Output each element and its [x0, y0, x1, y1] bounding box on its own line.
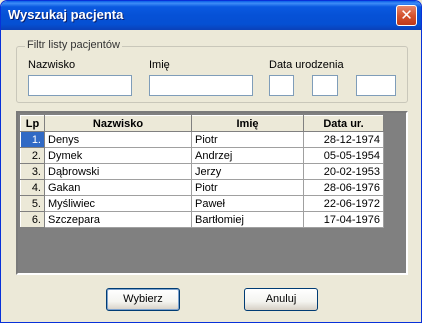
birthdate-label: Data urodzenia [269, 59, 344, 71]
cell-surname[interactable]: Szczepara [44, 211, 192, 228]
grid-header-row: Lp Nazwisko Imię Data ur. [20, 115, 384, 132]
cell-birthdate[interactable]: 28-06-1976 [303, 179, 384, 196]
cell-firstname[interactable]: Andrzej [191, 147, 304, 164]
cell-surname[interactable]: Myśliwiec [44, 195, 192, 212]
cell-firstname[interactable]: Paweł [191, 195, 304, 212]
select-button[interactable]: Wybierz [106, 288, 180, 311]
column-header-birthdate[interactable]: Data ur. [303, 115, 384, 132]
table-row[interactable]: 6. Szczepara Bartłomiej 17-04-1976 [20, 211, 384, 228]
cell-surname[interactable]: Dymek [44, 147, 192, 164]
cell-birthdate[interactable]: 22-06-1972 [303, 195, 384, 212]
firstname-label: Imię [149, 59, 170, 71]
birth-year-input[interactable] [356, 75, 396, 96]
close-icon[interactable]: ✕ [396, 5, 417, 26]
cell-surname[interactable]: Gakan [44, 179, 192, 196]
cell-surname[interactable]: Denys [44, 131, 192, 148]
row-number[interactable]: 1. [20, 131, 45, 148]
column-header-lp[interactable]: Lp [20, 115, 45, 132]
row-number[interactable]: 5. [20, 195, 45, 212]
cell-firstname[interactable]: Piotr [191, 131, 304, 148]
patient-grid[interactable]: Lp Nazwisko Imię Data ur. 1. Denys Piotr… [16, 111, 408, 275]
column-header-firstname[interactable]: Imię [191, 115, 304, 132]
table-row[interactable]: 3. Dąbrowski Jerzy 20-02-1953 [20, 163, 384, 180]
cell-birthdate[interactable]: 05-05-1954 [303, 147, 384, 164]
row-number[interactable]: 4. [20, 179, 45, 196]
column-header-surname[interactable]: Nazwisko [44, 115, 192, 132]
table-row[interactable]: 4. Gakan Piotr 28-06-1976 [20, 179, 384, 196]
cancel-button[interactable]: Anuluj [244, 288, 318, 311]
table-row[interactable]: 2. Dymek Andrzej 05-05-1954 [20, 147, 384, 164]
cell-firstname[interactable]: Piotr [191, 179, 304, 196]
row-number[interactable]: 3. [20, 163, 45, 180]
dialog-window: Wyszukaj pacjenta ✕ Filtr listy pacjentó… [0, 0, 422, 323]
filter-group-legend: Filtr listy pacjentów [25, 39, 122, 51]
title-bar[interactable]: Wyszukaj pacjenta ✕ [1, 1, 421, 30]
surname-input[interactable] [28, 75, 132, 96]
cell-birthdate[interactable]: 28-12-1974 [303, 131, 384, 148]
patient-table: Lp Nazwisko Imię Data ur. 1. Denys Piotr… [20, 115, 384, 228]
cell-firstname[interactable]: Bartłomiej [191, 211, 304, 228]
cell-birthdate[interactable]: 17-04-1976 [303, 211, 384, 228]
row-number[interactable]: 6. [20, 211, 45, 228]
row-number[interactable]: 2. [20, 147, 45, 164]
cell-birthdate[interactable]: 20-02-1953 [303, 163, 384, 180]
surname-label: Nazwisko [28, 59, 76, 71]
firstname-input[interactable] [149, 75, 253, 96]
birth-day-input[interactable] [269, 75, 294, 96]
table-row[interactable]: 1. Denys Piotr 28-12-1974 [20, 131, 384, 148]
cell-firstname[interactable]: Jerzy [191, 163, 304, 180]
birth-month-input[interactable] [312, 75, 338, 96]
cell-surname[interactable]: Dąbrowski [44, 163, 192, 180]
window-title: Wyszukaj pacjenta [8, 7, 124, 22]
table-row[interactable]: 5. Myśliwiec Paweł 22-06-1972 [20, 195, 384, 212]
